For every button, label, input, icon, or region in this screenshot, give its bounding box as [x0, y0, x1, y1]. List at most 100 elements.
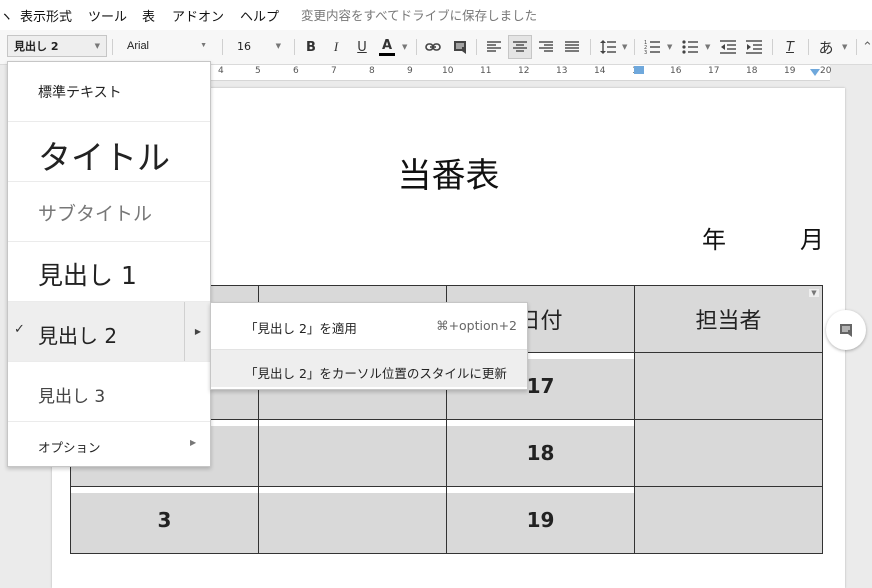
style-option-normal[interactable]: 標準テキスト — [8, 62, 210, 121]
decrease-indent-icon[interactable] — [716, 35, 740, 59]
table-cell-date[interactable]: 18 — [446, 419, 635, 487]
text-color-button[interactable]: A — [375, 35, 399, 59]
toolbar-divider — [416, 39, 417, 55]
style-option-title[interactable]: タイトル — [8, 121, 210, 181]
chevron-down-icon: ▼ — [275, 42, 281, 50]
style-option-subtitle[interactable]: サブタイトル — [8, 181, 210, 241]
style-option-label: タイトル — [38, 138, 170, 177]
chevron-down-icon: ▼ — [705, 43, 711, 51]
ruler-number: 16 — [670, 66, 682, 76]
menu-bar: ヽ 表示形式 ツール 表 アドオン ヘルプ 変更内容をすべてドライブに保存しまし… — [0, 0, 872, 30]
comment-add-icon[interactable] — [448, 35, 472, 59]
table-cell[interactable] — [634, 419, 823, 487]
date-value: 18 — [526, 441, 555, 465]
toolbar-divider — [112, 39, 113, 55]
style-option-heading-1[interactable]: 見出し 1 — [8, 241, 210, 301]
table-cell[interactable] — [258, 486, 447, 554]
menu-item-edit-fragment[interactable]: ヽ — [0, 6, 13, 25]
apply-heading-2-label: 「見出し 2」を適用 — [245, 321, 357, 336]
ruler-number: 18 — [746, 66, 758, 76]
checkmark-icon: ✓ — [14, 322, 25, 337]
style-option-label: 見出し 1 — [38, 261, 137, 290]
bulleted-list-icon[interactable] — [678, 35, 702, 59]
table-cell-number[interactable]: 3 — [70, 486, 259, 554]
triangle-right-icon: ▶ — [194, 327, 202, 336]
svg-text:3: 3 — [644, 50, 647, 54]
collapse-toolbar-icon[interactable]: ⌃ — [862, 40, 872, 55]
align-justify-icon[interactable] — [560, 35, 584, 59]
ruler-number: 7 — [331, 66, 337, 76]
menu-item-help[interactable]: ヘルプ — [240, 6, 279, 25]
paragraph-style-menu: 標準テキスト タイトル サブタイトル 見出し 1 ✓ 見出し 2 ▶ 見出し 3… — [7, 61, 211, 467]
menu-item-table[interactable]: 表 — [142, 6, 155, 25]
update-heading-2-label: 「見出し 2」をカーソル位置のスタイルに更新 — [245, 366, 507, 381]
text-color-swatch — [379, 52, 395, 56]
link-icon[interactable] — [421, 35, 445, 59]
align-right-icon[interactable] — [534, 35, 558, 59]
chevron-down-icon: ▼ — [667, 43, 673, 51]
style-option-options[interactable]: オプション ▶ — [8, 421, 210, 466]
cell-strip — [259, 487, 446, 493]
table-cell[interactable] — [634, 486, 823, 554]
style-select[interactable]: 見出し 2 ▼ — [7, 35, 107, 57]
ruler-number: 6 — [293, 66, 299, 76]
line-spacing-icon[interactable] — [596, 35, 620, 59]
date-value: 19 — [526, 508, 555, 532]
save-status: 変更内容をすべてドライブに保存しました — [301, 8, 538, 23]
increase-indent-icon[interactable] — [742, 35, 766, 59]
underline-button[interactable]: U — [350, 35, 374, 59]
apply-heading-2-item[interactable]: 「見出し 2」を適用 ⌘+option+2 — [211, 305, 527, 343]
chevron-down-icon: ▼ — [842, 43, 848, 51]
chevron-down-icon: ▼ — [200, 42, 207, 49]
add-comment-button[interactable] — [826, 310, 866, 350]
ruler-number: 12 — [518, 66, 530, 76]
comment-icon — [840, 324, 852, 337]
heading-2-submenu: 「見出し 2」を適用 ⌘+option+2 「見出し 2」をカーソル位置のスタイ… — [210, 302, 528, 390]
cell-menu-icon[interactable]: ▼ — [809, 289, 819, 297]
bold-button[interactable]: B — [299, 35, 323, 59]
toolbar-divider — [772, 39, 773, 55]
ruler-number: 10 — [442, 66, 454, 76]
clear-formatting-button[interactable]: T — [778, 35, 802, 59]
toolbar-divider — [808, 39, 809, 55]
toolbar-divider — [476, 39, 477, 55]
chevron-down-icon: ▼ — [402, 43, 408, 51]
year-label: 年 — [702, 226, 726, 254]
table-cell-person-header[interactable]: 担当者 ▼ — [634, 285, 823, 353]
cell-strip — [447, 420, 634, 426]
table-cell[interactable] — [634, 352, 823, 420]
font-size-value: 16 — [237, 39, 251, 53]
menu-item-format[interactable]: 表示形式 — [20, 6, 72, 25]
indent-marker[interactable] — [634, 66, 644, 74]
menu-item-addons[interactable]: アドオン — [172, 6, 224, 25]
date-value: 17 — [526, 374, 555, 398]
update-heading-2-item[interactable]: 「見出し 2」をカーソル位置のスタイルに更新 — [211, 349, 527, 387]
input-tools-button[interactable]: あ — [814, 35, 838, 59]
table-cell-date[interactable]: 19 — [446, 486, 635, 554]
style-option-heading-2[interactable]: ✓ 見出し 2 ▶ — [8, 301, 211, 361]
toolbar: 見出し 2 ▼ Arial ▼ 16 ▼ B I U A ▼ ▼ 1 2 3 ▼… — [0, 30, 872, 65]
submenu-arrow-button[interactable]: ▶ — [184, 302, 211, 361]
align-left-icon[interactable] — [482, 35, 506, 59]
align-center-icon[interactable] — [508, 35, 532, 59]
style-option-heading-3[interactable]: 見出し 3 — [8, 361, 210, 421]
right-indent-marker[interactable] — [810, 69, 820, 76]
row-number: 3 — [157, 508, 172, 532]
table-row: 3 19 — [70, 486, 823, 554]
toolbar-divider — [590, 39, 591, 55]
table-cell[interactable] — [258, 419, 447, 487]
menu-item-tools[interactable]: ツール — [88, 6, 127, 25]
ruler-number: 13 — [556, 66, 568, 76]
font-select[interactable]: Arial ▼ — [120, 35, 214, 57]
italic-button[interactable]: I — [324, 35, 348, 59]
chevron-down-icon: ▼ — [94, 42, 100, 50]
numbered-list-icon[interactable]: 123 — [640, 35, 664, 59]
ruler-number: 4 — [218, 66, 224, 76]
ruler-number: 20 — [820, 66, 832, 76]
toolbar-divider — [856, 39, 857, 55]
font-select-value: Arial — [127, 40, 150, 52]
font-size-select[interactable]: 16 ▼ — [230, 35, 288, 57]
style-option-label: 標準テキスト — [38, 85, 122, 101]
style-option-label: 見出し 2 — [38, 324, 118, 348]
ruler-number: 5 — [255, 66, 261, 76]
